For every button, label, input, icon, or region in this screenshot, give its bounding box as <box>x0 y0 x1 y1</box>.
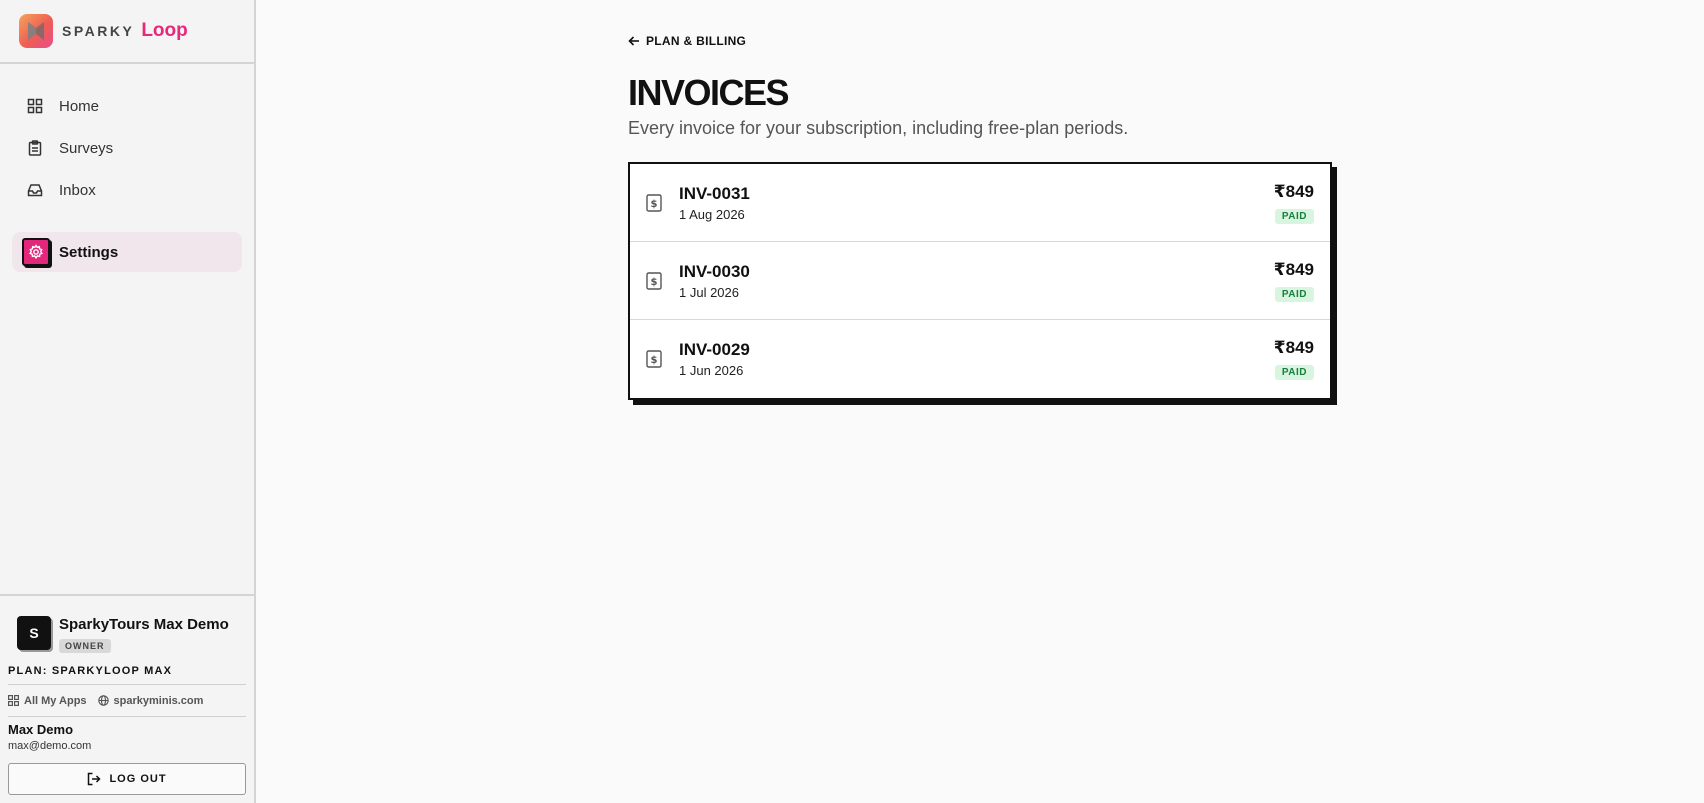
invoice-text: INV-0031 1 Aug 2026 <box>679 184 1274 222</box>
invoice-summary: ₹849 PAID <box>1274 338 1314 380</box>
sidebar-item-label: Surveys <box>59 139 114 157</box>
role-badge: OWNER <box>59 639 111 653</box>
receipt-icon: $ <box>646 192 664 214</box>
invoice-date: 1 Jul 2026 <box>679 284 739 300</box>
svg-text:$: $ <box>651 277 658 288</box>
org-info: SparkyTours Max Demo OWNER <box>59 616 229 654</box>
page-title: INVOICES <box>628 72 790 113</box>
invoice-date: 1 Jun 2026 <box>679 363 744 378</box>
logout-label: LOG OUT <box>109 773 167 785</box>
invoice-row[interactable]: $ INV-0029 1 Jun 2026 ₹849 PAID <box>630 320 1330 398</box>
invoices-page: PLAN & BILLING INVOICES Every invoice fo… <box>628 34 1336 400</box>
invoice-id: INV-0029 <box>679 340 750 359</box>
invoice-text: INV-0030 1 Jul 2026 <box>679 262 1274 300</box>
back-to-plan-billing-link[interactable]: PLAN & BILLING <box>628 34 746 48</box>
user-email: max@demo.com <box>8 740 92 752</box>
sidebar: SPARKY Loop Home Surveys Inbox Settings … <box>0 0 256 803</box>
brand-loop-text: Loop <box>141 20 188 41</box>
app-root: SPARKY Loop Home Surveys Inbox Settings … <box>0 0 1704 803</box>
invoice-row[interactable]: $ INV-0030 1 Jul 2026 ₹849 PAID <box>630 242 1330 320</box>
globe-icon <box>97 695 109 706</box>
sidebar-item-home[interactable]: Home <box>12 86 242 126</box>
receipt-icon: $ <box>646 270 664 292</box>
status-badge: PAID <box>1274 208 1314 224</box>
invoice-date: 1 Aug 2026 <box>679 206 745 222</box>
invoice-list: $ INV-0031 1 Aug 2026 ₹849 PAID $ INV-00… <box>628 162 1332 400</box>
site-link[interactable]: sparkyminis.com <box>97 694 204 707</box>
sidebar-account-panel: S SparkyTours Max Demo OWNER PLAN: SPARK… <box>0 594 254 803</box>
site-link-label: sparkyminis.com <box>113 694 204 707</box>
clipboard-icon <box>26 139 44 157</box>
sidebar-item-surveys[interactable]: Surveys <box>12 128 242 168</box>
receipt-icon: $ <box>646 348 664 370</box>
dashboard-icon <box>26 97 44 115</box>
svg-text:$: $ <box>651 355 658 366</box>
arrow-left-icon <box>628 36 639 46</box>
all-my-apps-link[interactable]: All My Apps <box>8 695 87 707</box>
sidebar-item-label: Inbox <box>59 181 96 199</box>
invoice-id: INV-0031 <box>679 183 750 203</box>
user-name: Max Demo <box>8 722 74 737</box>
invoice-amount: ₹849 <box>1273 181 1314 201</box>
sidebar-item-settings[interactable]: Settings <box>12 232 242 272</box>
status-badge: PAID <box>1274 286 1314 302</box>
external-links: All My Apps sparkyminis.com <box>8 685 246 717</box>
user-info: Max Demo max@demo.com <box>8 717 246 752</box>
invoice-id: INV-0030 <box>679 261 750 281</box>
org-avatar: S <box>17 616 51 650</box>
plan-label: PLAN: SPARKYLOOP MAX <box>8 665 246 685</box>
invoice-text: INV-0029 1 Jun 2026 <box>679 340 1274 378</box>
logout-icon <box>88 772 101 786</box>
sidebar-item-label: Home <box>59 97 100 115</box>
inbox-icon <box>26 181 44 199</box>
invoice-summary: ₹849 PAID <box>1274 260 1314 302</box>
sparkyloop-logo-icon <box>19 14 53 48</box>
sidebar-nav: Home Surveys Inbox Settings <box>0 64 254 274</box>
main-content: PLAN & BILLING INVOICES Every invoice fo… <box>256 0 1704 803</box>
svg-text:$: $ <box>651 199 658 210</box>
invoice-summary: ₹849 PAID <box>1274 182 1314 224</box>
status-badge: PAID <box>1274 365 1314 380</box>
grid-icon <box>8 695 19 706</box>
all-my-apps-label: All My Apps <box>24 694 87 707</box>
gear-icon <box>22 238 50 266</box>
invoice-amount: ₹849 <box>1273 338 1314 357</box>
page-subtitle: Every invoice for your subscription, inc… <box>628 118 1129 138</box>
sidebar-item-inbox[interactable]: Inbox <box>12 170 242 210</box>
invoice-row[interactable]: $ INV-0031 1 Aug 2026 ₹849 PAID <box>630 164 1330 242</box>
org-switcher[interactable]: S SparkyTours Max Demo OWNER <box>8 596 246 654</box>
back-link-label: PLAN & BILLING <box>646 34 747 48</box>
invoice-amount: ₹849 <box>1273 259 1314 279</box>
logout-button[interactable]: LOG OUT <box>8 763 246 795</box>
org-name: SparkyTours Max Demo <box>59 616 229 633</box>
brand-header[interactable]: SPARKY Loop <box>0 0 254 64</box>
brand-sparky-text: SPARKY <box>62 23 135 39</box>
sidebar-item-label: Settings <box>59 243 119 261</box>
